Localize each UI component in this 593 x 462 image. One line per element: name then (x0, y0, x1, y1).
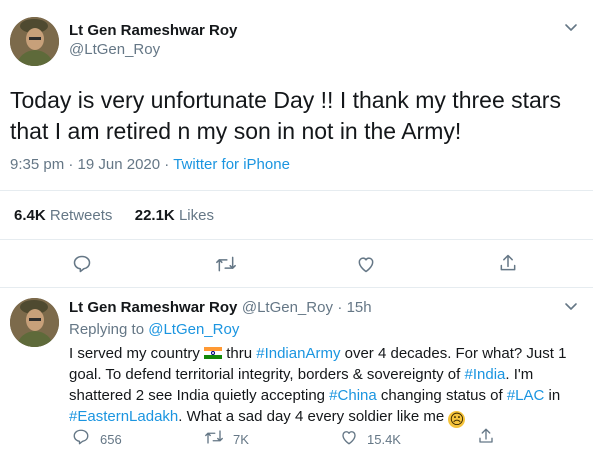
author-avatar[interactable] (10, 17, 59, 66)
replying-to-label: Replying to (69, 321, 145, 338)
tweet-date[interactable]: 19 Jun 2020 (78, 156, 161, 173)
like-icon (340, 428, 358, 451)
reply-action-like[interactable]: 15.4K (340, 428, 401, 451)
reply-author-handle[interactable]: @LtGen_Roy (242, 299, 333, 316)
replying-to: Replying to @LtGen_Roy (69, 321, 239, 338)
tweet-source-link[interactable]: Twitter for iPhone (173, 156, 290, 173)
reply-text: I served my country 🇮🇳 thru #IndianArmy … (69, 343, 569, 428)
author-handle[interactable]: @LtGen_Roy (69, 41, 160, 58)
india-flag-emoji: 🇮🇳 (204, 347, 223, 359)
tweet-timestamp: 9:35 pm · 19 Jun 2020 · Twitter for iPho… (10, 156, 290, 173)
tweet-text: Today is very unfortunate Day !! I thank… (10, 85, 561, 147)
reply-action-retweet[interactable]: 7K (204, 428, 249, 451)
tweet-stats: 6.4K Retweets 22.1K Likes (14, 207, 214, 224)
likes-label: Likes (178, 207, 214, 224)
likes-stat[interactable]: 22.1K Likes (135, 207, 214, 224)
hashtag-link[interactable]: #IndianArmy (256, 345, 340, 362)
sad-face-emoji: ☹ (448, 411, 466, 428)
like-icon[interactable] (356, 254, 376, 274)
retweets-count: 6.4K (14, 207, 46, 224)
reply-author-avatar[interactable] (10, 298, 59, 347)
author-name[interactable]: Lt Gen Rameshwar Roy (69, 22, 237, 39)
share-icon[interactable] (498, 253, 518, 273)
likes-count: 22.1K (134, 207, 175, 224)
reply-age[interactable]: 15h (347, 299, 372, 316)
like-count: 15.4K (367, 432, 401, 447)
reply-text-segment: changing status of (376, 387, 507, 404)
retweets-stat[interactable]: 6.4K Retweets (14, 207, 112, 224)
retweet-icon[interactable] (215, 254, 237, 274)
hashtag-link[interactable]: #China (329, 387, 377, 404)
hashtag-link[interactable]: #India (465, 366, 506, 383)
hashtag-link[interactable]: #LAC (507, 387, 545, 404)
reply-icon[interactable] (72, 254, 92, 274)
reply-author-name[interactable]: Lt Gen Rameshwar Roy (69, 299, 237, 316)
divider (0, 287, 593, 288)
reply-text-segment: thru (222, 345, 257, 362)
reply-text-segment: in (544, 387, 561, 404)
tweet-text-line: Today is very unfortunate Day !! I thank… (10, 87, 561, 113)
reply-action-share[interactable] (477, 427, 495, 450)
tweet-time[interactable]: 9:35 pm (10, 156, 64, 173)
divider (0, 239, 593, 240)
retweet-count: 7K (233, 432, 249, 447)
reply-icon (72, 428, 90, 451)
reply-count: 656 (100, 432, 122, 447)
reply-text-segment: . What a sad day 4 every soldier like me (178, 408, 449, 425)
reply-header: Lt Gen Rameshwar Roy @LtGen_Roy · 15h (69, 299, 372, 316)
reply-text-segment: I served my country (69, 345, 205, 362)
share-icon (477, 428, 495, 449)
chevron-down-icon[interactable] (564, 299, 578, 317)
divider (0, 190, 593, 191)
chevron-down-icon[interactable] (564, 20, 578, 38)
replying-to-handle[interactable]: @LtGen_Roy (148, 321, 239, 338)
retweet-icon (204, 428, 224, 451)
retweets-label: Retweets (49, 207, 113, 224)
reply-action-reply[interactable]: 656 (72, 428, 122, 451)
hashtag-link[interactable]: #EasternLadakh (69, 408, 178, 425)
tweet-text-line: that I am retired n my son in not in the… (10, 118, 462, 144)
